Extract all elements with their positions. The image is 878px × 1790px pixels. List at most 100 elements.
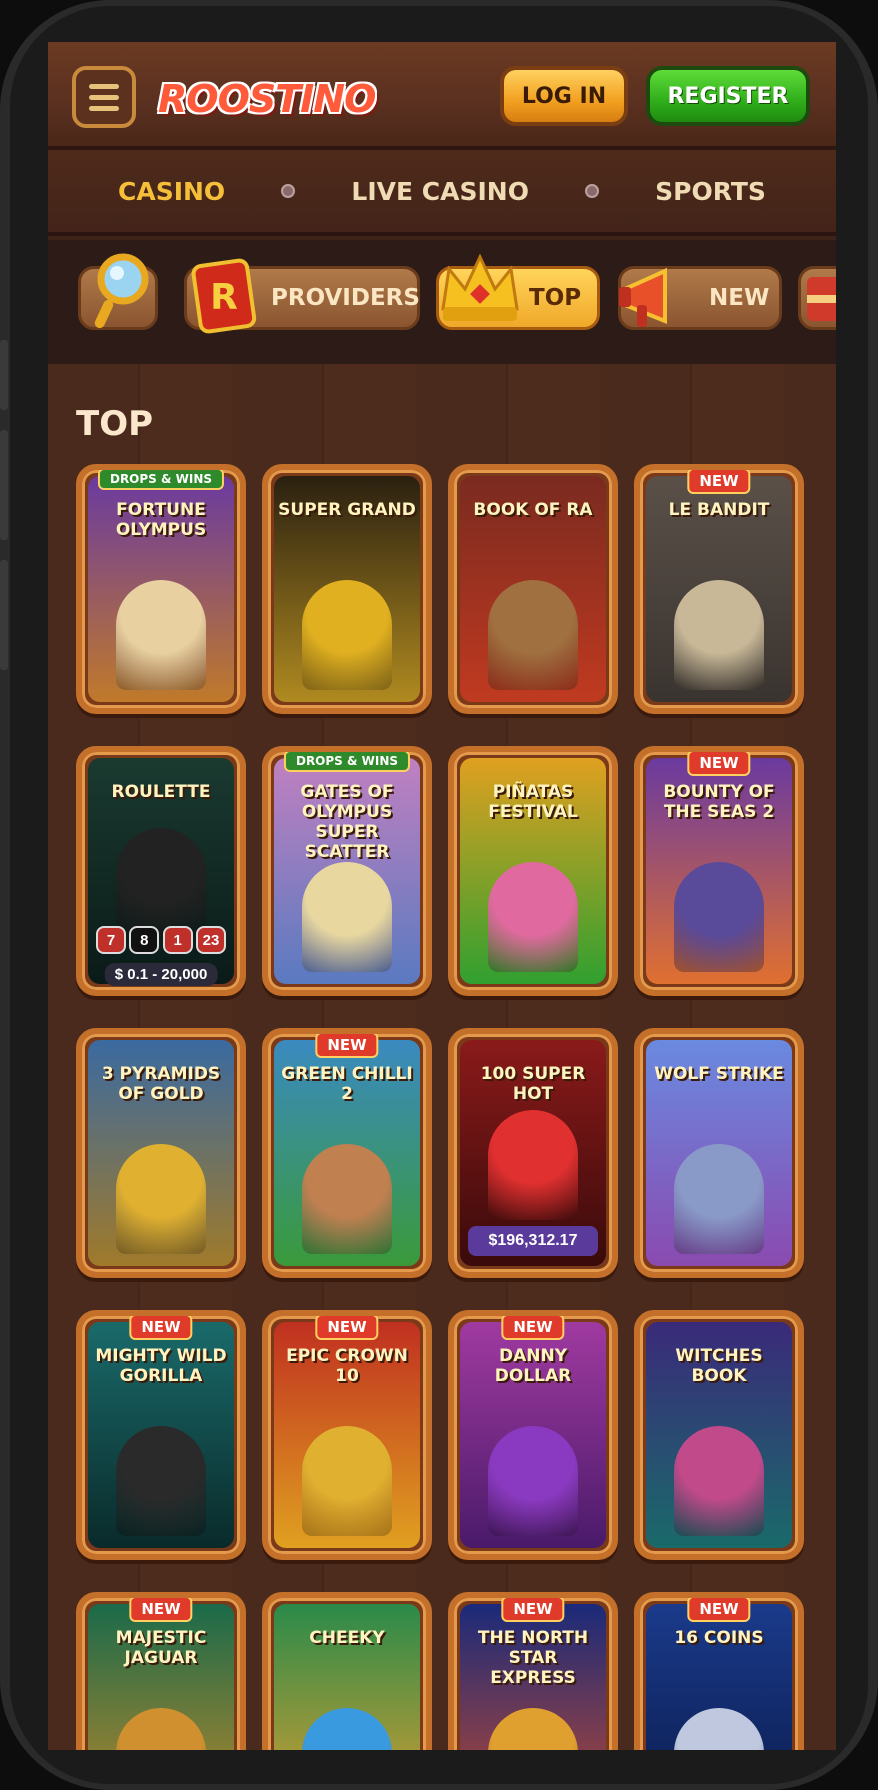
game-thumbnail: BOUNTY OF THE SEAS 2	[646, 758, 792, 984]
game-character-art	[302, 1426, 392, 1536]
category-label: TOP	[529, 285, 582, 311]
game-character-art	[674, 1708, 764, 1750]
game-tile[interactable]: PIÑATAS FESTIVAL	[448, 746, 618, 996]
game-thumbnail: WOLF STRIKE	[646, 1040, 792, 1266]
game-tile[interactable]: EPIC CROWN 10 NEW	[262, 1310, 432, 1560]
game-tile[interactable]: 3 PYRAMIDS OF GOLD	[76, 1028, 246, 1278]
game-tile[interactable]: CHEEKY	[262, 1592, 432, 1750]
game-title: BOUNTY OF THE SEAS 2	[663, 782, 775, 822]
game-tile[interactable]: DANNY DOLLAR NEW	[448, 1310, 618, 1560]
game-character-art	[116, 828, 206, 938]
hamburger-menu-button[interactable]	[72, 66, 136, 128]
register-button[interactable]: REGISTER	[646, 66, 810, 126]
game-title: 3 PYRAMIDS OF GOLD	[101, 1064, 221, 1104]
jackpot-amount: $196,312.17	[468, 1226, 598, 1256]
category-more[interactable]	[798, 266, 836, 330]
game-thumbnail: DANNY DOLLAR	[460, 1322, 606, 1548]
game-character-art	[488, 1708, 578, 1750]
game-title: GREEN CHILLI 2	[281, 1064, 413, 1104]
game-title: WITCHES BOOK	[675, 1346, 763, 1386]
game-tile[interactable]: BOUNTY OF THE SEAS 2 NEW	[634, 746, 804, 996]
category-top[interactable]: TOP	[436, 253, 600, 330]
game-thumbnail: MAJESTIC JAGUAR	[88, 1604, 234, 1750]
game-character-art	[302, 580, 392, 690]
game-character-art	[488, 1110, 578, 1220]
game-title: BOOK OF RA	[473, 500, 593, 520]
game-thumbnail: BOOK OF RA	[460, 476, 606, 702]
nav-live-casino[interactable]: LIVE CASINO	[351, 177, 529, 206]
new-badge: NEW	[315, 1034, 379, 1058]
game-character-art	[116, 580, 206, 690]
game-character-art	[116, 1708, 206, 1750]
new-badge: NEW	[315, 1316, 379, 1340]
category-providers[interactable]: R PROVIDERS	[184, 258, 420, 334]
device-frame: ROOSTINO LOG IN REGISTER CASINO LIVE CAS…	[0, 0, 878, 1790]
game-tile[interactable]: MIGHTY WILD GORILLA NEW	[76, 1310, 246, 1560]
game-character-art	[302, 1144, 392, 1254]
game-tile[interactable]: GREEN CHILLI 2 NEW	[262, 1028, 432, 1278]
game-tile[interactable]: WITCHES BOOK	[634, 1310, 804, 1560]
game-thumbnail: THE NORTH STAR EXPRESS	[460, 1604, 606, 1750]
game-thumbnail: MIGHTY WILD GORILLA	[88, 1322, 234, 1548]
game-title: THE NORTH STAR EXPRESS	[477, 1628, 589, 1688]
new-badge: NEW	[687, 470, 751, 494]
login-button[interactable]: LOG IN	[500, 66, 628, 126]
category-label: NEW	[709, 285, 770, 311]
crown-icon	[441, 253, 519, 321]
section-title: TOP	[76, 404, 154, 444]
category-bar: R PROVIDERS TOP NEW	[48, 240, 836, 364]
roulette-number: 23	[195, 926, 226, 954]
game-tile[interactable]: GATES OF OLYMPUS SUPER SCATTER DROPS & WI…	[262, 746, 432, 996]
main-nav: CASINO LIVE CASINO SPORTS	[48, 150, 836, 236]
brand-logo-text: ROOSTINO	[158, 77, 376, 121]
game-character-art	[116, 1426, 206, 1536]
game-character-art	[674, 580, 764, 690]
game-title: LE BANDIT	[668, 500, 770, 520]
game-tile[interactable]: BOOK OF RA	[448, 464, 618, 714]
game-thumbnail: LE BANDIT	[646, 476, 792, 702]
new-badge: NEW	[687, 1598, 751, 1622]
nav-casino[interactable]: CASINO	[118, 177, 225, 206]
game-character-art	[674, 862, 764, 972]
drops-wins-badge: DROPS & WINS	[283, 752, 411, 772]
game-tile[interactable]: ROULETTE 7 8 1 23 $ 0.1 - 20,000	[76, 746, 246, 996]
game-title: 100 SUPER HOT	[480, 1064, 586, 1104]
nav-separator-dot	[585, 184, 600, 198]
gift-icon	[807, 277, 836, 321]
game-thumbnail: PIÑATAS FESTIVAL	[460, 758, 606, 984]
game-thumbnail: FORTUNE OLYMPUS	[88, 476, 234, 702]
game-tile[interactable]: LE BANDIT NEW	[634, 464, 804, 714]
game-thumbnail: 16 COINS	[646, 1604, 792, 1750]
game-thumbnail: SUPER GRAND	[274, 476, 420, 702]
nav-separator-dot	[281, 184, 296, 198]
new-badge: NEW	[687, 752, 751, 776]
new-badge: NEW	[501, 1316, 565, 1340]
game-character-art	[302, 862, 392, 972]
menu-bar-icon	[89, 105, 119, 111]
stake-range: $ 0.1 - 20,000	[104, 963, 218, 986]
category-search[interactable]	[78, 253, 158, 330]
category-new[interactable]: NEW	[618, 266, 782, 330]
game-character-art	[674, 1426, 764, 1536]
game-title: EPIC CROWN 10	[286, 1346, 408, 1386]
game-character-art	[488, 580, 578, 690]
game-title: DANNY DOLLAR	[494, 1346, 572, 1386]
game-thumbnail: ROULETTE 7 8 1 23	[88, 758, 234, 984]
game-tile[interactable]: MAJESTIC JAGUAR NEW	[76, 1592, 246, 1750]
game-tile[interactable]: SUPER GRAND	[262, 464, 432, 714]
nav-sports[interactable]: SPORTS	[655, 177, 766, 206]
magnifier-icon	[94, 253, 149, 329]
game-title: MAJESTIC JAGUAR	[115, 1628, 207, 1668]
games-content: TOP FORTUNE OLYMPUS DROPS & WINS SUPER GRA…	[48, 364, 836, 1750]
category-label: PROVIDERS	[271, 285, 420, 311]
top-header: ROOSTINO LOG IN REGISTER	[48, 42, 836, 150]
game-character-art	[116, 1144, 206, 1254]
game-thumbnail: 100 SUPER HOT $196,312.17	[460, 1040, 606, 1266]
game-tile[interactable]: 100 SUPER HOT $196,312.17	[448, 1028, 618, 1278]
new-badge: NEW	[501, 1598, 565, 1622]
game-tile[interactable]: WOLF STRIKE	[634, 1028, 804, 1278]
game-tile[interactable]: 16 COINS NEW	[634, 1592, 804, 1750]
brand-logo[interactable]: ROOSTINO	[158, 66, 376, 132]
game-tile[interactable]: FORTUNE OLYMPUS DROPS & WINS	[76, 464, 246, 714]
game-tile[interactable]: THE NORTH STAR EXPRESS NEW	[448, 1592, 618, 1750]
